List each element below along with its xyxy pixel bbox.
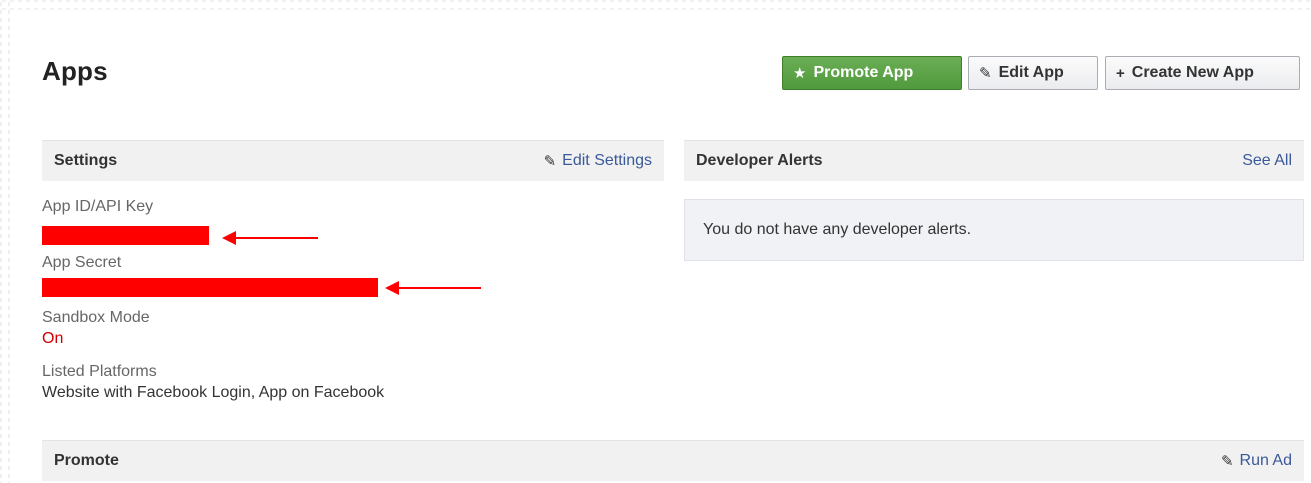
app-id-label: App ID/API Key — [42, 198, 154, 215]
arrow-annotation — [385, 281, 481, 295]
developer-alerts-empty: You do not have any developer alerts. — [684, 199, 1304, 261]
see-all-link[interactable]: See All — [1242, 152, 1292, 170]
edit-settings-link[interactable]: ✎ Edit Settings — [544, 152, 652, 170]
torn-left-edge — [0, 0, 14, 483]
apps-dashboard: Apps ★ Promote App ✎ Edit App + Create N… — [0, 0, 1311, 483]
edit-app-label: Edit App — [998, 64, 1064, 81]
listed-platforms-label: Listed Platforms — [42, 363, 157, 380]
promote-app-button[interactable]: ★ Promote App — [782, 56, 962, 90]
promote-header: Promote ✎ Run Ad — [42, 440, 1304, 481]
create-new-app-label: Create New App — [1131, 64, 1254, 81]
create-new-app-button[interactable]: + Create New App — [1105, 56, 1300, 90]
promote-title: Promote — [54, 452, 119, 469]
developer-alerts-title: Developer Alerts — [696, 152, 823, 169]
edit-settings-label: Edit Settings — [562, 152, 652, 169]
settings-title: Settings — [54, 152, 118, 169]
pencil-icon: ✎ — [979, 65, 992, 82]
page-title: Apps — [42, 56, 108, 86]
settings-header: Settings ✎ Edit Settings — [42, 140, 664, 181]
run-ad-link[interactable]: ✎ Run Ad — [1221, 452, 1292, 470]
star-icon: ★ — [793, 65, 807, 82]
plus-icon: + — [1116, 64, 1125, 82]
app-secret-redaction — [42, 278, 378, 297]
sandbox-mode-label: Sandbox Mode — [42, 309, 150, 326]
app-id-redaction — [42, 226, 209, 245]
sandbox-mode-value: On — [42, 330, 64, 347]
arrow-annotation — [222, 231, 318, 245]
app-secret-label: App Secret — [42, 254, 122, 271]
developer-alerts-header: Developer Alerts See All — [684, 140, 1304, 181]
pencil-icon: ✎ — [543, 153, 557, 170]
promote-app-label: Promote App — [813, 64, 914, 81]
run-ad-label: Run Ad — [1239, 452, 1292, 469]
listed-platforms-value: Website with Facebook Login, App on Face… — [42, 384, 385, 401]
pencil-icon: ✎ — [1220, 453, 1234, 470]
torn-top-edge — [0, 0, 1311, 10]
edit-app-button[interactable]: ✎ Edit App — [968, 56, 1098, 90]
